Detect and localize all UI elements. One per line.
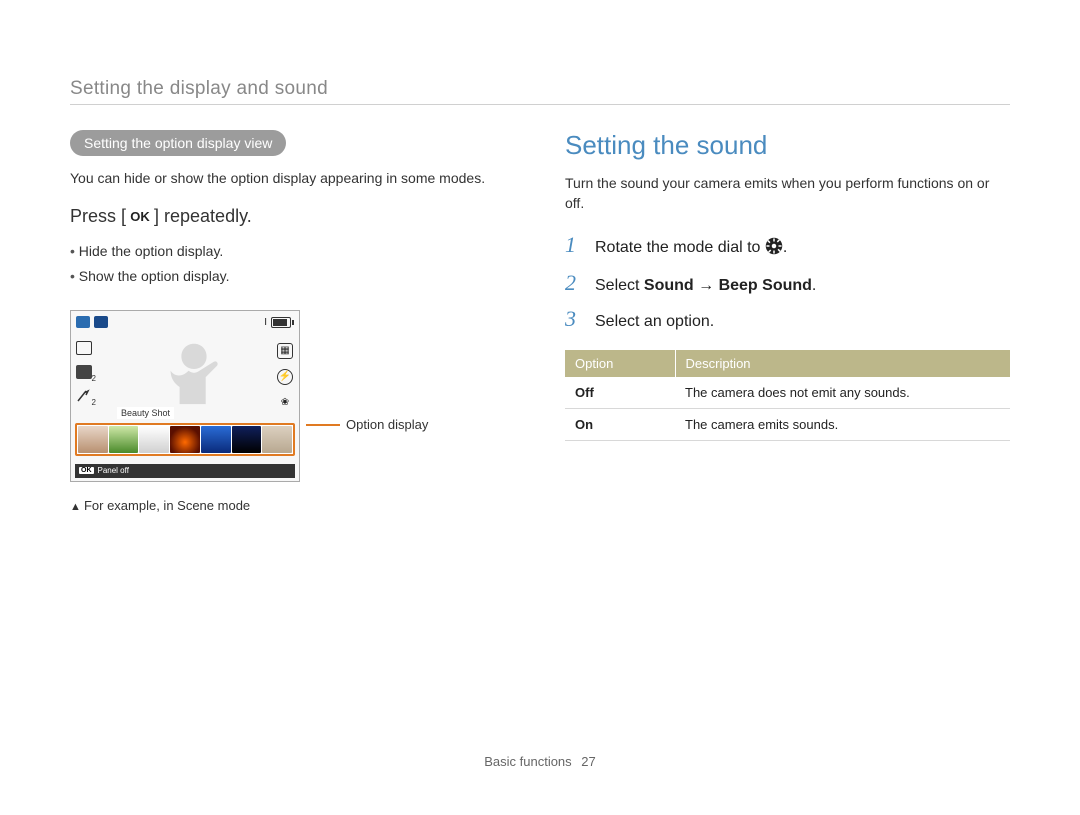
breadcrumb-title: Setting the display and sound xyxy=(70,78,328,100)
thumb xyxy=(78,426,108,453)
table-row: On The camera emits sounds. xyxy=(565,408,1010,440)
right-column: Setting the sound Turn the sound your ca… xyxy=(565,70,1010,513)
callout-label: Option display xyxy=(346,417,428,432)
macro-icon: ❀ xyxy=(277,395,293,411)
thumb xyxy=(232,426,262,453)
option-thumbnail-strip xyxy=(75,423,295,456)
step-number: 1 xyxy=(565,232,583,258)
mode-label: Beauty Shot xyxy=(117,407,174,419)
flash-icon: ⚡ xyxy=(277,369,293,385)
value-indicator: I xyxy=(264,317,267,328)
mode-icon xyxy=(94,316,108,328)
step-item: 1 Rotate the mode dial to . xyxy=(565,232,1010,260)
mode-icon xyxy=(76,316,90,328)
thumb xyxy=(109,426,139,453)
thumb xyxy=(262,426,292,453)
description-cell: The camera does not emit any sounds. xyxy=(675,377,1010,409)
bullet-item: Show the option display. xyxy=(70,264,515,289)
camera-figure: I 2 2 ▦ ⚡ ❀ xyxy=(70,310,515,482)
panel-off-bar: OK Panel off xyxy=(75,464,295,478)
left-icon-column: 2 2 xyxy=(76,341,92,403)
focus-icon xyxy=(76,341,92,355)
step-text: Select Sound → Beep Sound. xyxy=(595,277,816,295)
top-left-icons xyxy=(76,316,108,328)
bullet-item: Hide the option display. xyxy=(70,239,515,264)
section-heading: Setting the sound xyxy=(565,130,1010,161)
camera-screenshot: I 2 2 ▦ ⚡ ❀ xyxy=(70,310,300,482)
option-cell: Off xyxy=(565,377,675,409)
step-prefix: Rotate the mode dial to xyxy=(595,239,765,256)
table-row: Off The camera does not emit any sounds. xyxy=(565,377,1010,409)
press-instruction: Press [ OK ] repeatedly. xyxy=(70,206,515,227)
step-item: 2 Select Sound → Beep Sound. xyxy=(565,270,1010,296)
press-prefix: Press [ xyxy=(70,206,126,226)
step-text: Rotate the mode dial to . xyxy=(595,237,787,260)
thumb xyxy=(139,426,169,453)
press-suffix: ] repeatedly. xyxy=(154,206,252,226)
intro-text: You can hide or show the option display … xyxy=(70,168,515,188)
ok-button-icon: OK xyxy=(126,209,154,225)
option-cell: On xyxy=(565,408,675,440)
step-text: Select an option. xyxy=(595,313,714,331)
thumb xyxy=(170,426,200,453)
arrow-icon: → xyxy=(694,277,719,294)
top-right-status: I xyxy=(264,317,291,328)
step-item: 3 Select an option. xyxy=(565,306,1010,332)
battery-icon xyxy=(271,317,291,328)
table-header-row: Option Description xyxy=(565,350,1010,377)
setting-icon: 2 xyxy=(76,389,92,403)
footer-section: Basic functions xyxy=(484,754,571,769)
quality-icon: ▦ xyxy=(277,343,293,359)
table-header: Option xyxy=(565,350,675,377)
panel-off-label: Panel off xyxy=(98,466,129,475)
options-table: Option Description Off The camera does n… xyxy=(565,350,1010,441)
gear-icon xyxy=(765,237,783,260)
step-number: 3 xyxy=(565,306,583,332)
step-bold: Beep Sound xyxy=(719,277,812,294)
page-footer: Basic functions 27 xyxy=(0,754,1080,769)
header-rule xyxy=(70,104,1010,105)
ok-button-icon: OK xyxy=(79,467,94,474)
example-note: For example, in Scene mode xyxy=(70,498,515,513)
thumb xyxy=(201,426,231,453)
bullet-list: Hide the option display. Show the option… xyxy=(70,239,515,289)
left-column: Setting the option display view You can … xyxy=(70,70,515,513)
step-suffix: . xyxy=(783,239,787,256)
description-cell: The camera emits sounds. xyxy=(675,408,1010,440)
step-suffix: . xyxy=(812,277,816,294)
step-number: 2 xyxy=(565,270,583,296)
right-icon-column: ▦ ⚡ ❀ xyxy=(277,343,293,411)
section-pill: Setting the option display view xyxy=(70,130,286,156)
intro-text: Turn the sound your camera emits when yo… xyxy=(565,173,1010,214)
step-bold: Sound xyxy=(644,277,694,294)
step-prefix: Select xyxy=(595,277,644,294)
page-columns: Setting the option display view You can … xyxy=(0,0,1080,513)
step-list: 1 Rotate the mode dial to . 2 Select Sou… xyxy=(565,232,1010,332)
table-header: Description xyxy=(675,350,1010,377)
svg-text:OK: OK xyxy=(130,209,150,224)
page-number: 27 xyxy=(581,754,595,769)
callout-line xyxy=(306,424,340,426)
setting-icon: 2 xyxy=(76,365,92,379)
